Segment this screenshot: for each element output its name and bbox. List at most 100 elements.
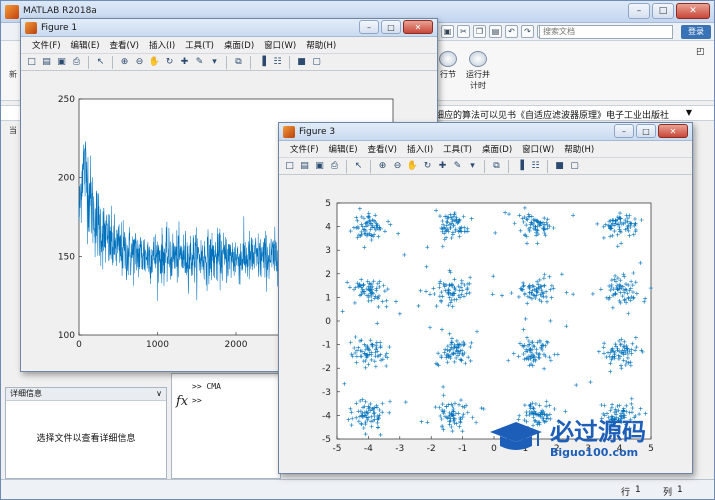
legend-icon[interactable]: ☷ [271,56,284,69]
col-label: 列 [663,488,673,498]
open-file-icon[interactable]: ▤ [298,160,311,173]
rotate-icon[interactable]: ↻ [163,56,176,69]
command-prompt[interactable]: >> [192,396,202,405]
link-plot-icon[interactable]: ⧉ [232,56,245,69]
pan-icon[interactable]: ✋ [148,56,161,69]
save-icon[interactable]: ▣ [441,25,454,38]
minimize-icon[interactable]: – [359,20,379,34]
maximize-icon[interactable]: □ [652,3,674,19]
y-tick-label: 3 [325,246,331,256]
show-plot-tools-icon[interactable]: ▢ [310,56,323,69]
figure1-menu-item-5[interactable]: 桌面(D) [219,39,259,51]
figure3-menu-item-4[interactable]: 工具(T) [438,143,477,155]
figure3-menu-item-3[interactable]: 插入(I) [402,143,438,155]
run-and-time-button[interactable]: 运行并 计时 [463,51,493,91]
zoom-in-icon[interactable]: ⊕ [376,160,389,173]
y-tick-label: 100 [58,331,75,341]
figure1-menu-item-6[interactable]: 窗口(W) [259,39,301,51]
watermark-title: 必过源码 [550,418,646,446]
brush-dropdown-icon[interactable]: ▾ [466,160,479,173]
data-cursor-icon[interactable]: ✚ [436,160,449,173]
new-figure-icon[interactable]: □ [283,160,296,173]
y-tick-label: 200 [58,174,75,184]
toolbar-separator [112,55,113,69]
hide-plot-tools-icon[interactable]: ■ [553,160,566,173]
figure1-title: Figure 1 [41,23,78,33]
zoom-out-icon[interactable]: ⊖ [133,56,146,69]
documentation-search-input[interactable]: 搜索文档 [539,25,673,39]
maximize-icon[interactable]: □ [636,124,656,138]
toolbar-separator [508,159,509,173]
close-icon[interactable]: ✕ [403,20,433,34]
y-tick-label: 250 [58,95,75,105]
login-button[interactable]: 登录 [681,25,711,39]
figure3-menu-item-2[interactable]: 查看(V) [363,143,402,155]
run-section-icon [439,51,457,67]
show-plot-tools-icon[interactable]: ▢ [568,160,581,173]
figure1-menu-item-3[interactable]: 插入(I) [144,39,180,51]
maximize-icon[interactable]: □ [381,20,401,34]
figure1-menu-item-2[interactable]: 查看(V) [105,39,144,51]
run-section-button[interactable]: 行节 [439,51,457,80]
select-arrow-icon[interactable]: ↖ [352,160,365,173]
ribbon-edge-label: 新 [9,70,17,79]
command-window[interactable]: >> CMA fx >> [171,373,281,479]
colorbar-icon[interactable]: ▐ [514,160,527,173]
status-bar: 行 1 列 1 [1,479,714,499]
zoom-out-icon[interactable]: ⊖ [391,160,404,173]
fx-icon[interactable]: fx [176,394,188,409]
close-icon[interactable]: ✕ [676,3,710,19]
colorbar-icon[interactable]: ▐ [256,56,269,69]
hide-plot-tools-icon[interactable]: ■ [295,56,308,69]
new-figure-icon[interactable]: □ [25,56,38,69]
y-tick-label: -1 [322,341,331,351]
minimize-icon[interactable]: – [614,124,634,138]
collapse-ribbon-icon[interactable]: ◰ [696,47,708,59]
save-icon[interactable]: ▣ [313,160,326,173]
figure3-menu-bar: 文件(F) 编辑(E) 查看(V) 插入(I) 工具(T) 桌面(D) 窗口(W) 帮助(H) [279,141,692,157]
print-icon[interactable]: ⎙ [70,56,83,69]
brush-icon[interactable]: ✎ [451,160,464,173]
details-header[interactable]: 详细信息 ∨ [6,388,166,401]
legend-icon[interactable]: ☷ [529,160,542,173]
pan-icon[interactable]: ✋ [406,160,419,173]
graduation-cap-icon [490,422,542,442]
minimize-icon[interactable]: – [628,3,650,19]
figure3-menu-item-7[interactable]: 帮助(H) [559,143,599,155]
col-value: 1 [677,485,683,495]
save-icon[interactable]: ▣ [55,56,68,69]
path-dropdown-icon[interactable]: ▼ [686,108,692,117]
toolbar-separator [370,159,371,173]
details-panel: 详细信息 ∨ 选择文件以查看详细信息 [5,387,167,479]
figure3-menu-item-6[interactable]: 窗口(W) [517,143,559,155]
figure1-menu-item-4[interactable]: 工具(T) [180,39,219,51]
y-tick-label: 1 [325,293,331,303]
select-arrow-icon[interactable]: ↖ [94,56,107,69]
copy-icon[interactable]: ❐ [473,25,486,38]
data-cursor-icon[interactable]: ✚ [178,56,191,69]
figure3-menu-item-0[interactable]: 文件(F) [285,143,324,155]
link-plot-icon[interactable]: ⧉ [490,160,503,173]
open-file-icon[interactable]: ▤ [40,56,53,69]
chevron-down-icon[interactable]: ∨ [156,388,162,400]
paste-icon[interactable]: ▤ [489,25,502,38]
brush-icon[interactable]: ✎ [193,56,206,69]
redo-icon[interactable]: ↷ [521,25,534,38]
brush-dropdown-icon[interactable]: ▾ [208,56,221,69]
toolbar-separator [250,55,251,69]
y-tick-label: 5 [325,199,331,209]
figure3-menu-item-1[interactable]: 编辑(E) [324,143,363,155]
row-value: 1 [635,485,641,495]
zoom-in-icon[interactable]: ⊕ [118,56,131,69]
watermark-url: Biguo100.com [550,446,638,459]
undo-icon[interactable]: ↶ [505,25,518,38]
rotate-icon[interactable]: ↻ [421,160,434,173]
print-icon[interactable]: ⎙ [328,160,341,173]
figure3-menu-item-5[interactable]: 桌面(D) [477,143,517,155]
figure1-menu-item-0[interactable]: 文件(F) [27,39,66,51]
cut-icon[interactable]: ✂ [457,25,470,38]
figure1-menu-item-1[interactable]: 编辑(E) [66,39,105,51]
figure1-menu-item-7[interactable]: 帮助(H) [301,39,341,51]
close-icon[interactable]: ✕ [658,124,688,138]
row-label: 行 [621,488,631,498]
